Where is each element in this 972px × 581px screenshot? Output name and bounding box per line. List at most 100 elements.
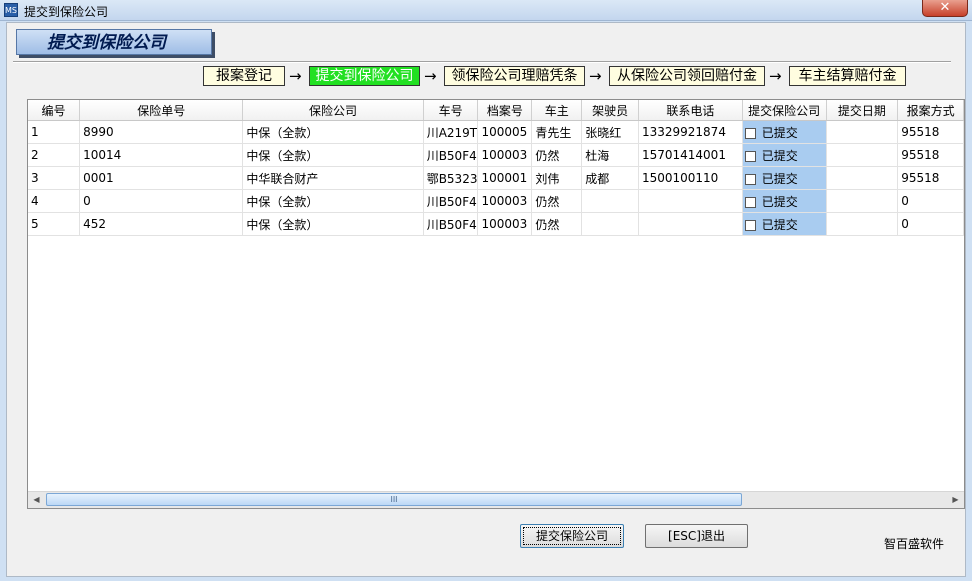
arrow-icon: → — [289, 67, 302, 85]
cell-file: 100001 — [477, 166, 533, 190]
scroll-right-icon[interactable]: ▶ — [948, 493, 963, 507]
table-row[interactable]: 5 452 中保（全款） 川B50F4 100003 仍然 已提交 0 — [28, 212, 964, 236]
step-submit-insurer[interactable]: 提交到保险公司 — [309, 66, 420, 86]
cell-owner: 仍然 — [531, 143, 583, 167]
submitted-label: 已提交 — [761, 125, 798, 140]
cell-report: 95518 — [897, 166, 964, 190]
table-row[interactable]: 3 0001 中华联合财产 鄂B5323 100001 刘伟 成都 150010… — [28, 166, 964, 190]
col-header-id[interactable]: 编号 — [28, 100, 81, 121]
cell-policy: 10014 — [79, 143, 244, 167]
cell-plate: 川A219T — [423, 120, 479, 144]
submitted-label: 已提交 — [761, 217, 798, 232]
cell-driver — [581, 189, 639, 213]
cell-date — [826, 166, 899, 190]
cell-date — [826, 143, 899, 167]
cell-file: 100003 — [477, 212, 533, 236]
cell-company: 中保（全款） — [242, 189, 424, 213]
cell-report: 95518 — [897, 120, 964, 144]
cell-id: 2 — [28, 143, 81, 167]
submitted-checkbox[interactable] — [744, 219, 756, 231]
col-header-report[interactable]: 报案方式 — [897, 100, 964, 121]
cell-plate: 川B50F4 — [423, 143, 479, 167]
col-header-submitted[interactable]: 提交保险公司 — [742, 100, 827, 121]
cell-submitted: 已提交 — [742, 166, 827, 190]
divider — [13, 61, 951, 63]
cell-company: 中华联合财产 — [242, 166, 424, 190]
title-bar: MS 提交到保险公司 ✕ — [0, 0, 972, 21]
cell-report: 95518 — [897, 143, 964, 167]
submitted-label: 已提交 — [761, 148, 798, 163]
col-header-owner[interactable]: 车主 — [531, 100, 583, 121]
cell-submitted: 已提交 — [742, 143, 827, 167]
cell-driver: 杜海 — [581, 143, 639, 167]
cell-submitted: 已提交 — [742, 212, 827, 236]
cell-policy: 0 — [79, 189, 244, 213]
scrollbar-thumb[interactable]: III — [46, 493, 742, 506]
cell-report: 0 — [897, 212, 964, 236]
submitted-checkbox[interactable] — [744, 150, 756, 162]
scroll-left-icon[interactable]: ◀ — [29, 493, 44, 507]
cell-date — [826, 212, 899, 236]
step-collect-payment[interactable]: 从保险公司领回赔付金 — [609, 66, 765, 86]
col-header-policy[interactable]: 保险单号 — [79, 100, 244, 121]
step-owner-settlement[interactable]: 车主结算赔付金 — [789, 66, 906, 86]
col-header-date[interactable]: 提交日期 — [826, 100, 899, 121]
col-header-company[interactable]: 保险公司 — [242, 100, 424, 121]
cell-plate: 川B50F4 — [423, 212, 479, 236]
cell-owner: 青先生 — [531, 120, 583, 144]
cell-phone — [638, 212, 743, 236]
cell-policy: 452 — [79, 212, 244, 236]
cell-date — [826, 189, 899, 213]
cell-driver: 成都 — [581, 166, 639, 190]
cell-phone — [638, 189, 743, 213]
cell-owner: 仍然 — [531, 212, 583, 236]
submitted-label: 已提交 — [761, 194, 798, 209]
claims-table: 编号 保险单号 保险公司 车号 档案号 车主 架驶员 联系电话 提交保险公司 提… — [27, 99, 965, 509]
col-header-phone[interactable]: 联系电话 — [638, 100, 743, 121]
cell-policy: 8990 — [79, 120, 244, 144]
cell-plate: 鄂B5323 — [423, 166, 479, 190]
col-header-file[interactable]: 档案号 — [477, 100, 533, 121]
submit-insurer-button[interactable]: 提交保险公司 — [520, 524, 624, 548]
arrow-icon: → — [589, 67, 602, 85]
table-row[interactable]: 1 8990 中保（全款） 川A219T 100005 青先生 张晓红 1332… — [28, 120, 964, 144]
cell-phone: 15701414001 — [638, 143, 743, 167]
cell-submitted: 已提交 — [742, 120, 827, 144]
cell-report: 0 — [897, 189, 964, 213]
window-title: 提交到保险公司 — [24, 5, 109, 19]
cell-phone: 13329921874 — [638, 120, 743, 144]
cell-id: 3 — [28, 166, 81, 190]
horizontal-scrollbar[interactable]: ◀ III ▶ — [28, 491, 964, 508]
close-icon[interactable]: ✕ — [922, 0, 968, 17]
col-header-plate[interactable]: 车号 — [423, 100, 479, 121]
submitted-checkbox[interactable] — [744, 196, 756, 208]
cell-owner: 刘伟 — [531, 166, 583, 190]
cell-policy: 0001 — [79, 166, 244, 190]
cell-id: 5 — [28, 212, 81, 236]
app-icon: MS — [4, 3, 18, 17]
cell-company: 中保（全款） — [242, 212, 424, 236]
cell-owner: 仍然 — [531, 189, 583, 213]
cell-date — [826, 120, 899, 144]
table-header-row: 编号 保险单号 保险公司 车号 档案号 车主 架驶员 联系电话 提交保险公司 提… — [28, 100, 964, 121]
main-panel: 提交到保险公司 报案登记 → 提交到保险公司 → 领保险公司理赔凭条 → 从保险… — [6, 22, 966, 577]
brand-label: 智百盛软件 — [884, 537, 945, 551]
cell-company: 中保（全款） — [242, 120, 424, 144]
exit-button[interactable]: [ESC]退出 — [645, 524, 748, 548]
cell-id: 4 — [28, 189, 81, 213]
step-claim-voucher[interactable]: 领保险公司理赔凭条 — [444, 66, 585, 86]
table-row[interactable]: 2 10014 中保（全款） 川B50F4 100003 仍然 杜海 15701… — [28, 143, 964, 167]
step-report-register[interactable]: 报案登记 — [203, 66, 285, 86]
cell-file: 100005 — [477, 120, 533, 144]
submitted-label: 已提交 — [761, 171, 798, 186]
col-header-driver[interactable]: 架驶员 — [581, 100, 639, 121]
cell-driver — [581, 212, 639, 236]
table-row[interactable]: 4 0 中保（全款） 川B50F4 100003 仍然 已提交 0 — [28, 189, 964, 213]
page-title: 提交到保险公司 — [16, 29, 212, 55]
cell-driver: 张晓红 — [581, 120, 639, 144]
cell-file: 100003 — [477, 143, 533, 167]
cell-phone: 1500100110 — [638, 166, 743, 190]
cell-company: 中保（全款） — [242, 143, 424, 167]
submitted-checkbox[interactable] — [744, 173, 756, 185]
submitted-checkbox[interactable] — [744, 127, 756, 139]
